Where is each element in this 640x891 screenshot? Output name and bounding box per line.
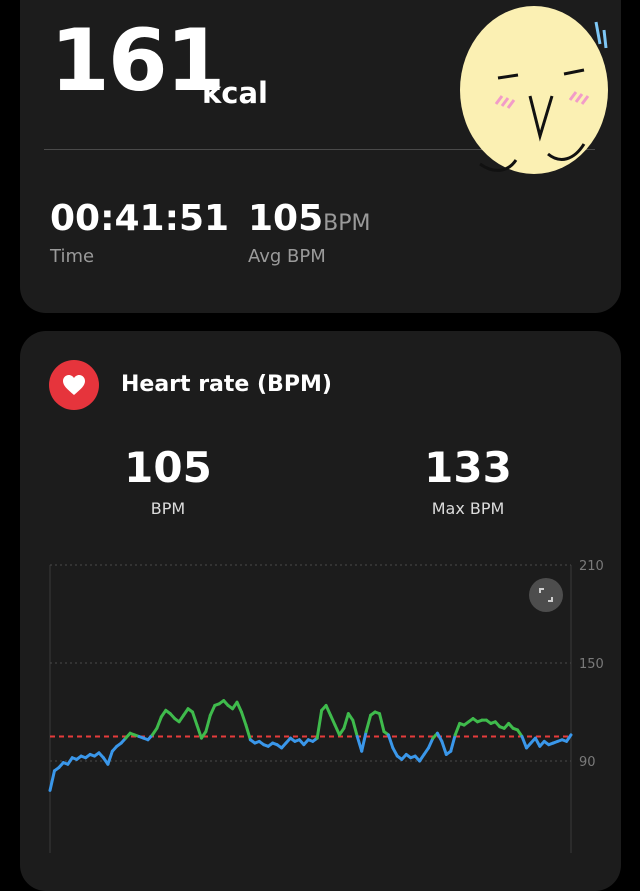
y-tick-label: 210 <box>579 559 604 574</box>
hr-line-segment <box>360 730 368 753</box>
heart-rate-card[interactable]: Heart rate (BPM) 105 BPM 133 Max BPM 210… <box>20 331 621 891</box>
hr-line-segment <box>342 712 350 730</box>
hr-line-segment <box>378 712 386 734</box>
hr-line-segment <box>351 718 359 738</box>
y-tick-label: 150 <box>579 657 604 672</box>
y-tick-label: 90 <box>579 755 596 770</box>
avg-bpm-unit: BPM <box>323 211 371 236</box>
hr-line-segment <box>427 736 435 750</box>
hr-line-segment <box>204 713 212 734</box>
hr-line-segment <box>235 700 243 714</box>
hr-line-segment <box>239 710 248 727</box>
avg-bpm-stat: 105BPM <box>248 201 371 237</box>
hr-line-segment <box>315 708 324 740</box>
hr-line-segment <box>329 713 337 727</box>
avg-bpm-label: Avg BPM <box>248 246 326 267</box>
smiley-sticker <box>460 6 608 174</box>
time-label: Time <box>50 246 95 267</box>
calories-unit: kcal <box>202 76 268 110</box>
hr-line-segment <box>208 703 217 717</box>
hr-line-segment <box>324 703 333 717</box>
hr-line-segment <box>364 713 373 734</box>
expand-icon[interactable] <box>529 578 563 612</box>
hr-line-segment <box>244 723 252 742</box>
hr-line-segment <box>440 739 448 756</box>
hr-line-segment <box>155 715 163 730</box>
calories-value: 161 <box>50 11 226 111</box>
hr-line-segment <box>106 749 114 766</box>
hr-line-segment <box>190 710 199 727</box>
time-value: 00:41:51 <box>50 198 230 239</box>
hr-line-segment <box>520 735 528 750</box>
hr-line-segment <box>48 769 56 792</box>
avg-bpm-value: 105 <box>248 198 324 239</box>
hr-line-segment <box>449 733 457 753</box>
hr-line-segment <box>453 721 462 737</box>
